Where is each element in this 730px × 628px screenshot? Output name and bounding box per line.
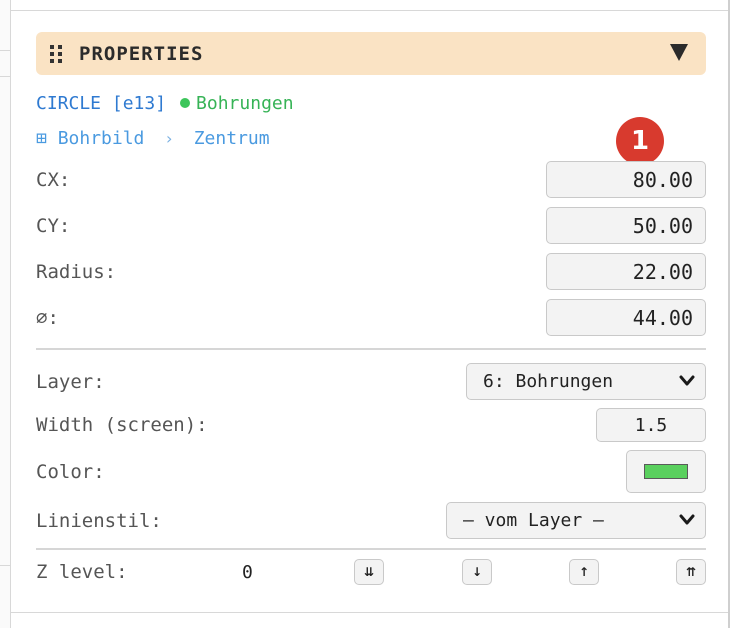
entity-layer-name: Bohrungen [196, 93, 294, 114]
layer-label: Layer: [36, 370, 105, 393]
section-divider [36, 348, 706, 350]
cx-label: CX: [36, 168, 71, 191]
left-sidebar-edge [0, 0, 11, 628]
panel-bottom-rule [11, 612, 728, 613]
caret-down-icon[interactable] [670, 44, 688, 61]
panel-title: PROPERTIES [79, 42, 204, 65]
radius-row: Radius: 22.00 [36, 253, 706, 290]
drag-handle-icon[interactable] [50, 44, 64, 63]
bring-to-front-button[interactable]: ⇈ [676, 559, 706, 585]
width-label: Width (screen): [36, 414, 208, 436]
chevron-down-icon [679, 514, 695, 525]
cx-row: CX: 80.00 [36, 161, 706, 198]
section-divider [36, 548, 706, 550]
entity-type-id: CIRCLE [e13] [36, 93, 167, 114]
send-backward-button[interactable]: ↓ [462, 559, 492, 585]
cy-label: CY: [36, 214, 71, 237]
step-number-badge: 1 [616, 117, 664, 165]
cx-input[interactable]: 80.00 [546, 161, 706, 198]
breadcrumb: ⊞ Bohrbild › Zentrum [36, 128, 270, 149]
properties-panel: PROPERTIES CIRCLE [e13] Bohrungen ⊞ Bohrb… [36, 32, 706, 585]
color-label: Color: [36, 460, 105, 483]
breadcrumb-separator: › [164, 129, 174, 148]
color-row: Color: [36, 450, 706, 493]
width-row: Width (screen): 1.5 [36, 408, 706, 442]
layer-row: Layer: 6: Bohrungen [36, 363, 706, 400]
breadcrumb-current[interactable]: Zentrum [194, 128, 270, 149]
layer-select[interactable]: 6: Bohrungen [466, 363, 706, 400]
entity-summary: CIRCLE [e13] Bohrungen [36, 93, 294, 114]
send-to-back-button[interactable]: ⇊ [354, 559, 384, 585]
linestyle-select[interactable]: — vom Layer — [446, 502, 706, 539]
radius-label: Radius: [36, 260, 117, 283]
color-picker-button[interactable] [626, 450, 706, 493]
linestyle-row: Linienstil: — vom Layer — [36, 502, 706, 539]
diameter-input[interactable]: 44.00 [546, 299, 706, 336]
radius-input[interactable]: 22.00 [546, 253, 706, 290]
panel-top-rule [11, 10, 728, 11]
z-level-label: Z level: [36, 561, 128, 583]
breadcrumb-parent[interactable]: Bohrbild [58, 128, 145, 149]
chevron-down-icon [679, 375, 695, 386]
linestyle-label: Linienstil: [36, 509, 162, 532]
color-swatch [644, 464, 688, 479]
z-level-row: Z level: 0 ⇊ ↓ ↑ ⇈ [36, 559, 706, 585]
bring-forward-button[interactable]: ↑ [569, 559, 599, 585]
z-level-value: 0 [242, 561, 253, 583]
width-input[interactable]: 1.5 [596, 408, 706, 442]
layer-select-value: 6: Bohrungen [483, 371, 614, 392]
properties-header[interactable]: PROPERTIES [36, 32, 706, 75]
diameter-label: ⌀: [36, 306, 59, 329]
layer-status-dot [180, 98, 191, 108]
group-icon: ⊞ [36, 128, 47, 149]
cy-row: CY: 50.00 [36, 207, 706, 244]
diameter-row: ⌀: 44.00 [36, 299, 706, 336]
cy-input[interactable]: 50.00 [546, 207, 706, 244]
linestyle-select-value: — vom Layer — [463, 510, 604, 531]
